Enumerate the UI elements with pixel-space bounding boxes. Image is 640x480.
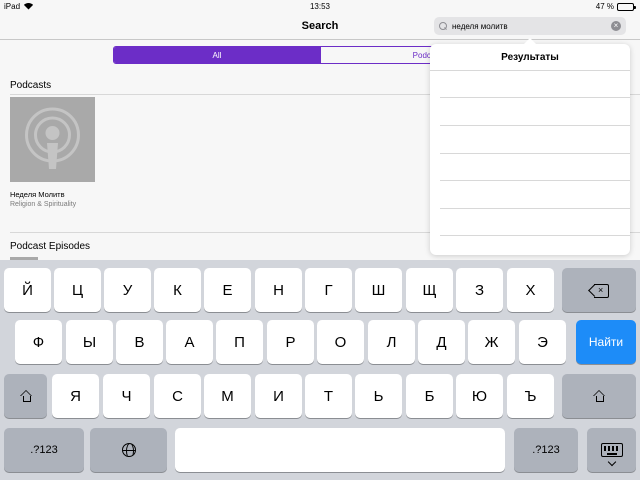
- key-row1-11[interactable]: Х: [507, 268, 554, 312]
- popover-title: Результаты: [501, 52, 559, 63]
- backspace-key[interactable]: ×: [562, 268, 636, 312]
- episodes-section-title: Podcast Episodes: [10, 241, 91, 252]
- key-row3-2[interactable]: Ч: [103, 374, 150, 418]
- key-row2-2[interactable]: Ы: [66, 320, 113, 364]
- key-row3-8[interactable]: Б: [406, 374, 453, 418]
- key-row2-1[interactable]: Ф: [15, 320, 62, 364]
- key-row1-3[interactable]: У: [104, 268, 151, 312]
- key-row1-7[interactable]: Г: [305, 268, 352, 312]
- podcast-category: Religion & Spirituality: [10, 201, 77, 208]
- segment-all[interactable]: All: [114, 47, 321, 63]
- status-bar: iPad 13:53 47 %: [0, 0, 640, 14]
- battery-icon: [617, 2, 636, 11]
- key-row2-10[interactable]: Ж: [468, 320, 515, 364]
- status-right: 47 %: [595, 2, 636, 11]
- key-row1-6[interactable]: Н: [255, 268, 302, 312]
- space-key[interactable]: [175, 428, 505, 472]
- shift-icon: [593, 390, 605, 402]
- status-time: 13:53: [309, 2, 331, 11]
- keyboard-icon: [600, 443, 623, 467]
- key-row1-2[interactable]: Ц: [54, 268, 101, 312]
- key-row1-10[interactable]: З: [456, 268, 503, 312]
- key-row1-5[interactable]: Е: [204, 268, 251, 312]
- key-row2-8[interactable]: Л: [368, 320, 415, 364]
- results-popover: Результаты: [430, 38, 630, 255]
- key-row3-3[interactable]: С: [154, 374, 201, 418]
- navigation-bar: Search неделя молитв ×: [0, 14, 640, 40]
- key-row1-4[interactable]: К: [154, 268, 201, 312]
- podcast-logo-icon: [25, 107, 80, 169]
- result-row[interactable]: [440, 97, 630, 98]
- key-row2-6[interactable]: Р: [267, 320, 314, 364]
- key-row3-1[interactable]: Я: [52, 374, 99, 418]
- globe-icon: [121, 443, 136, 457]
- result-row[interactable]: [440, 235, 630, 236]
- key-row3-4[interactable]: М: [204, 374, 251, 418]
- shift-icon: [19, 390, 32, 402]
- numbers-key-left[interactable]: .?123: [4, 428, 84, 472]
- popover-divider: [430, 70, 630, 71]
- shift-key-right[interactable]: [562, 374, 636, 418]
- podcasts-section-title: Podcasts: [10, 80, 52, 91]
- key-row3-5[interactable]: И: [255, 374, 302, 418]
- key-row3-6[interactable]: Т: [305, 374, 352, 418]
- search-query[interactable]: неделя молитв: [452, 22, 611, 31]
- key-row3-10[interactable]: Ъ: [507, 374, 554, 418]
- podcast-artwork[interactable]: [10, 97, 95, 182]
- shift-key-left[interactable]: [4, 374, 47, 418]
- key-row2-3[interactable]: В: [116, 320, 163, 364]
- key-row1-8[interactable]: Ш: [355, 268, 402, 312]
- hide-keyboard-key[interactable]: [587, 428, 636, 472]
- key-row2-11[interactable]: Э: [519, 320, 566, 364]
- keyboard: Й Ц У К Е Н Г Ш Щ З Х × Ф Ы В А П Р О Л …: [0, 260, 640, 480]
- battery-percent: 47 %: [595, 2, 614, 11]
- numbers-key-right[interactable]: .?123: [514, 428, 578, 472]
- search-go-button[interactable]: Найти: [576, 320, 636, 364]
- result-row[interactable]: [440, 153, 630, 154]
- globe-key[interactable]: [90, 428, 167, 472]
- result-row[interactable]: [440, 180, 630, 181]
- key-row2-7[interactable]: О: [317, 320, 364, 364]
- clear-icon[interactable]: ×: [611, 21, 621, 31]
- search-input[interactable]: неделя молитв ×: [434, 17, 626, 35]
- backspace-icon: ×: [589, 284, 609, 298]
- key-row3-7[interactable]: Ь: [355, 374, 402, 418]
- search-icon: [439, 22, 447, 30]
- key-row1-9[interactable]: Щ: [406, 268, 453, 312]
- key-row1-1[interactable]: Й: [4, 268, 51, 312]
- result-row[interactable]: [440, 125, 630, 126]
- key-row2-4[interactable]: А: [166, 320, 213, 364]
- key-row2-9[interactable]: Д: [418, 320, 465, 364]
- result-row[interactable]: [440, 208, 630, 209]
- podcast-name[interactable]: Неделя Молитв: [10, 190, 65, 199]
- key-row2-5[interactable]: П: [216, 320, 263, 364]
- key-row3-9[interactable]: Ю: [456, 374, 503, 418]
